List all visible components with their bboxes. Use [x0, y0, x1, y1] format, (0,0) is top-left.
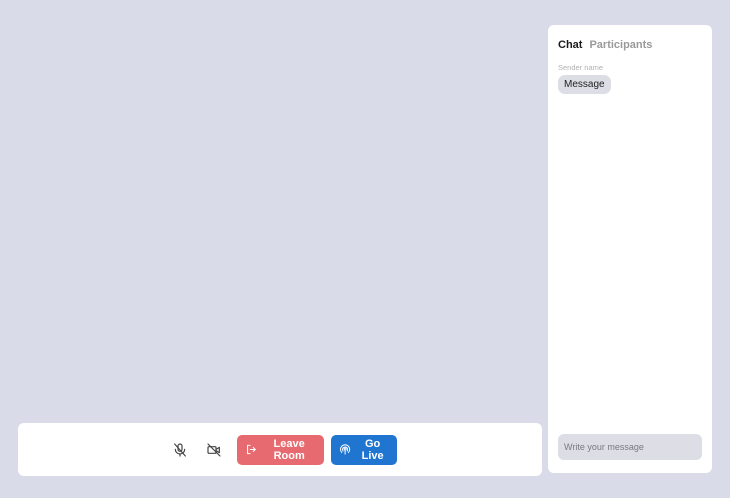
chat-message: Sender name Message — [558, 63, 611, 94]
tab-participants[interactable]: Participants — [589, 39, 652, 51]
mic-off-icon[interactable] — [167, 437, 193, 463]
message-sender: Sender name — [558, 63, 604, 72]
leave-room-label: Leave Room — [273, 437, 305, 462]
message-input[interactable] — [558, 434, 702, 460]
tab-chat[interactable]: Chat — [558, 39, 582, 51]
leave-room-button[interactable]: Leave Room — [237, 434, 324, 465]
video-off-icon[interactable] — [201, 437, 227, 463]
video-call-room: Leave Room Go Live Chat Participants Sen… — [0, 0, 730, 498]
chat-tabs: Chat Participants — [558, 39, 652, 51]
go-live-label: Go Live — [361, 437, 384, 462]
exit-icon — [247, 444, 256, 455]
chat-panel: Chat Participants Sender name Message — [548, 25, 712, 473]
call-controls-bar: Leave Room Go Live — [18, 423, 542, 476]
go-live-button[interactable]: Go Live — [331, 434, 397, 465]
broadcast-icon — [340, 444, 351, 455]
message-bubble: Message — [558, 75, 611, 94]
